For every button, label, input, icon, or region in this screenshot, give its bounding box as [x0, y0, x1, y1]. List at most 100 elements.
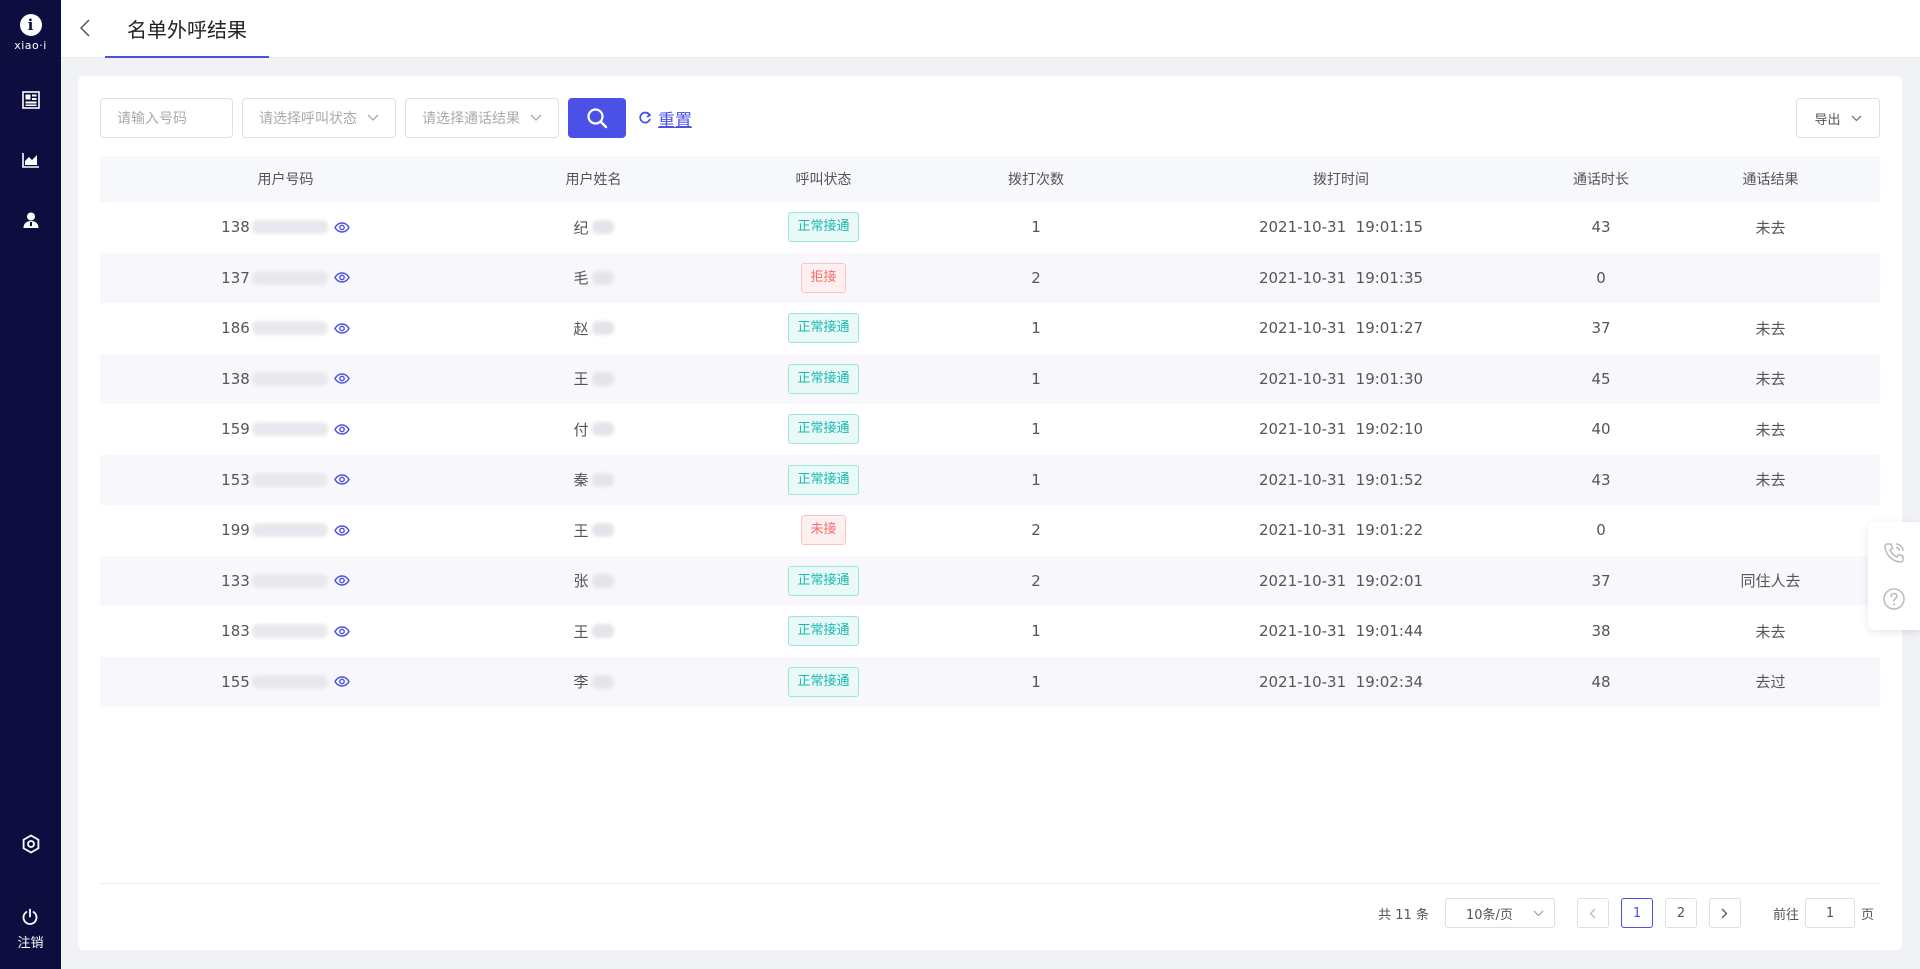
reveal-phone-button[interactable]	[334, 676, 350, 687]
result-cell: 同住人去	[1740, 572, 1801, 591]
call-button[interactable]	[1879, 538, 1909, 568]
page-size-select[interactable]: 10条/页	[1444, 898, 1555, 928]
phone-cell: 138	[100, 202, 471, 253]
masked-name	[591, 422, 614, 437]
name-cell: 王	[471, 505, 716, 556]
page-button-1[interactable]: 1	[1620, 898, 1653, 928]
reveal-phone-button[interactable]	[334, 575, 350, 586]
status-cell: 拒接	[716, 253, 931, 304]
dial-time-cell: 2021-10-31 19:02:34	[1258, 672, 1424, 691]
reset-button[interactable]: 重置	[638, 106, 692, 131]
status-badge: 正常接通	[788, 464, 859, 495]
name-cell: 王	[471, 354, 716, 405]
table-header-row: 用户号码 用户姓名 呼叫状态 拨打次数 拨打时间 通话时长 通话结果	[100, 156, 1880, 202]
eye-icon	[334, 323, 350, 334]
status-cell: 正常接通	[716, 556, 931, 607]
duration-cell: 37	[1591, 571, 1611, 590]
reveal-phone-button[interactable]	[334, 474, 350, 485]
masked-name	[591, 371, 614, 386]
results-table: 用户号码 用户姓名 呼叫状态 拨打次数 拨打时间 通话时长 通话结果 138 纪正…	[100, 156, 1880, 707]
reveal-phone-button[interactable]	[334, 373, 350, 384]
sidebar-item-dashboard[interactable]	[0, 70, 61, 130]
phone-cell: 137	[100, 253, 471, 304]
tab-call-results[interactable]: 名单外呼结果	[105, 0, 269, 58]
dial-count-cell: 1	[1031, 218, 1041, 237]
masked-name	[591, 573, 614, 588]
sidebar-item-users[interactable]	[0, 190, 61, 250]
chevron-down-icon	[1533, 910, 1544, 916]
dial-time-cell: 2021-10-31 19:01:22	[1258, 521, 1424, 540]
status-badge: 正常接通	[788, 565, 859, 596]
name-cell: 纪	[471, 202, 716, 253]
help-icon	[1883, 588, 1905, 610]
name-surname: 张	[573, 572, 589, 591]
sidebar-item-settings[interactable]	[0, 814, 61, 874]
phone-cell: 183	[100, 606, 471, 657]
reveal-phone-button[interactable]	[334, 222, 350, 233]
table-row: 159 付 正常接通 1 2021-10-31 19:02:10 40 未去	[100, 404, 1880, 455]
user-icon	[23, 212, 38, 228]
reveal-phone-button[interactable]	[334, 272, 350, 283]
dial-count-cell: 1	[1031, 672, 1041, 691]
reveal-phone-button[interactable]	[334, 323, 350, 334]
name-cell: 王	[471, 606, 716, 657]
masked-name	[591, 220, 614, 235]
phone-placeholder: 请输入号码	[117, 111, 187, 127]
phone-prefix: 138	[221, 369, 250, 388]
name-surname: 毛	[573, 269, 589, 288]
goto-page-input[interactable]: 1	[1804, 898, 1855, 928]
status-cell: 正常接通	[716, 354, 931, 405]
status-badge: 正常接通	[788, 666, 859, 697]
page-jumper: 前往 1 页	[1773, 898, 1874, 928]
chevron-down-icon	[530, 114, 542, 121]
result-cell: 未去	[1755, 471, 1786, 490]
eye-icon	[334, 474, 350, 485]
logout-button[interactable]: 注销	[17, 908, 44, 951]
col-header-dial-count: 拨打次数	[1008, 172, 1064, 188]
eye-icon	[334, 424, 350, 435]
status-cell: 未接	[716, 505, 931, 556]
phone-prefix: 138	[221, 218, 250, 237]
call-result-select[interactable]: 请选择通话结果	[405, 98, 559, 138]
result-cell: 去过	[1755, 673, 1786, 692]
duration-cell: 43	[1591, 470, 1611, 489]
status-cell: 正常接通	[716, 606, 931, 657]
settings-icon	[22, 834, 39, 854]
col-header-name: 用户姓名	[565, 172, 622, 188]
duration-cell: 48	[1591, 672, 1611, 691]
call-status-select[interactable]: 请选择呼叫状态	[242, 98, 396, 138]
export-button[interactable]: 导出	[1796, 98, 1880, 138]
reveal-phone-button[interactable]	[334, 424, 350, 435]
phone-cell: 153	[100, 455, 471, 506]
masked-name	[591, 270, 614, 285]
sidebar-item-chart[interactable]	[0, 130, 61, 190]
page-size-value: 10条/页	[1465, 907, 1513, 923]
page-button-2[interactable]: 2	[1664, 898, 1697, 928]
col-header-duration: 通话时长	[1573, 172, 1629, 188]
dial-time-cell: 2021-10-31 19:01:27	[1258, 319, 1424, 338]
reveal-phone-button[interactable]	[334, 525, 350, 536]
back-button[interactable]	[73, 16, 97, 40]
search-button[interactable]	[568, 98, 626, 138]
reveal-phone-button[interactable]	[334, 626, 350, 637]
col-header-result: 通话结果	[1742, 172, 1799, 188]
masked-phone	[251, 371, 328, 386]
duration-cell: 0	[1596, 521, 1606, 540]
phone-search-input[interactable]: 请输入号码	[100, 98, 233, 138]
dial-count-cell: 2	[1031, 571, 1041, 590]
status-cell: 正常接通	[716, 455, 931, 506]
name-surname: 李	[573, 673, 589, 692]
help-button[interactable]	[1879, 584, 1909, 614]
app-logo[interactable]: i xiao·i	[14, 14, 47, 52]
phone-prefix: 137	[221, 268, 250, 287]
status-cell: 正常接通	[716, 202, 931, 253]
phone-prefix: 133	[221, 571, 250, 590]
eye-icon	[334, 373, 350, 384]
eye-icon	[334, 676, 350, 687]
phone-prefix: 155	[221, 672, 250, 691]
logo-text: xiao·i	[14, 39, 47, 52]
prev-page-button[interactable]	[1576, 898, 1609, 928]
next-page-button[interactable]	[1708, 898, 1741, 928]
duration-cell: 45	[1591, 369, 1611, 388]
dial-count-cell: 2	[1031, 521, 1041, 540]
